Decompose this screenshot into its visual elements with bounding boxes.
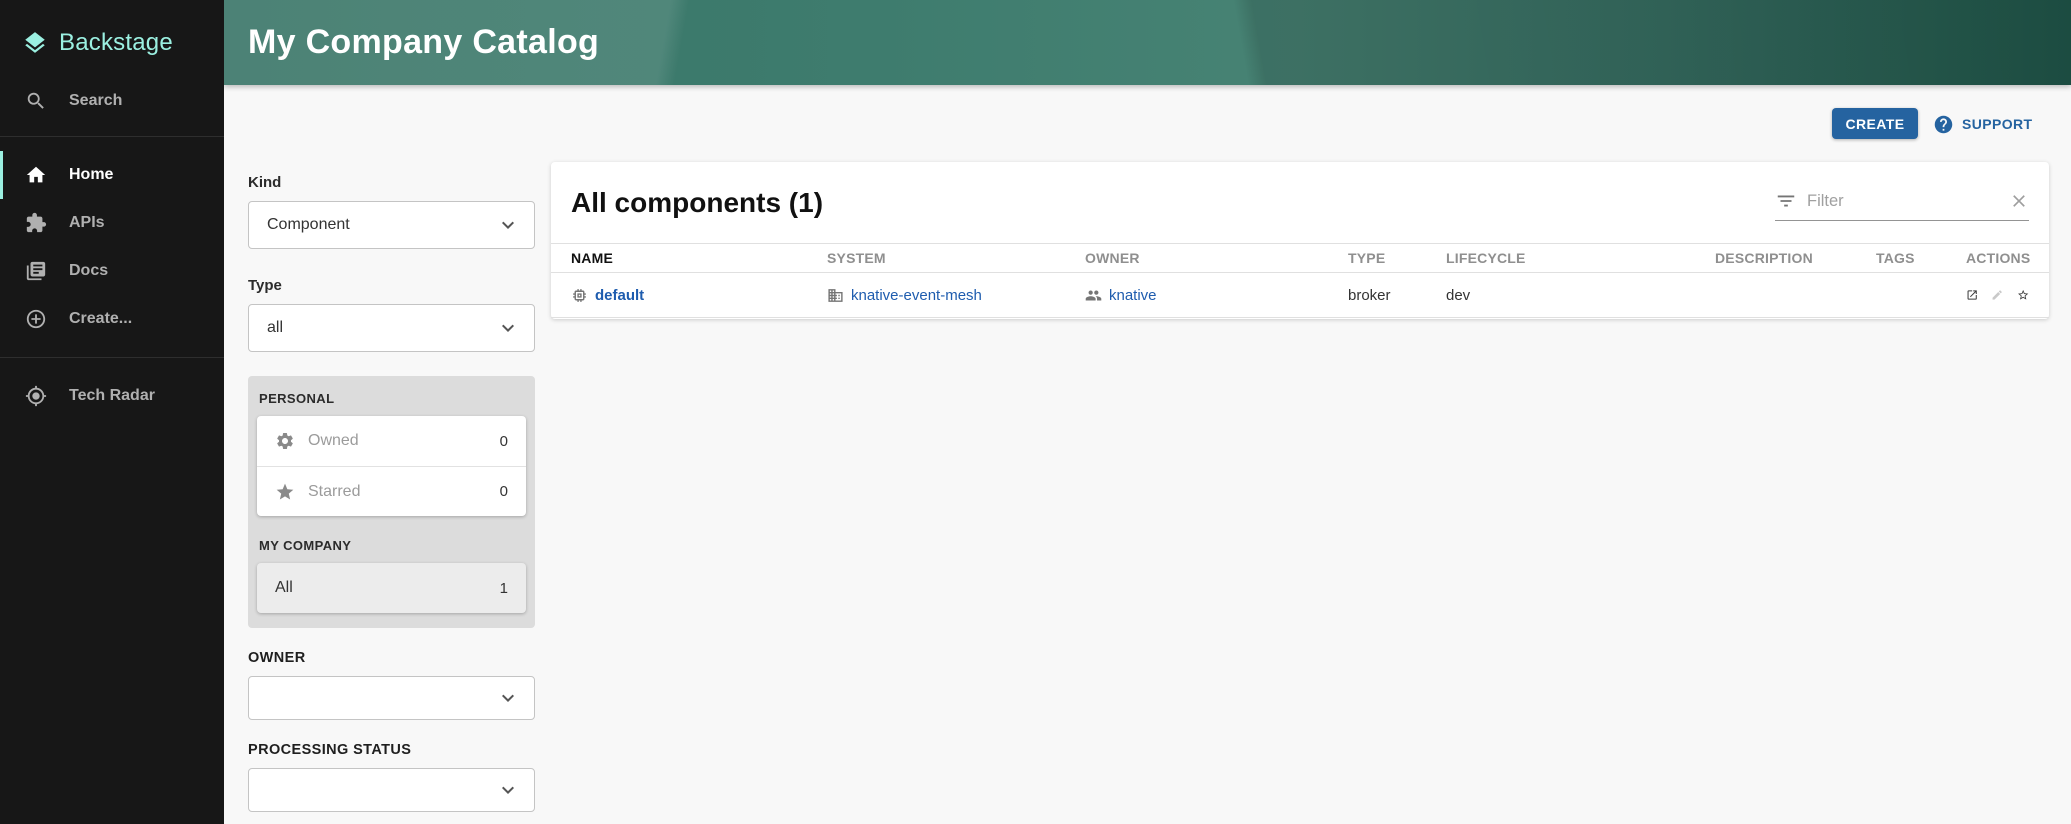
sidebar-divider <box>0 357 224 358</box>
sidebar-item-label: APIs <box>69 214 105 232</box>
page-title: My Company Catalog <box>248 23 599 62</box>
create-button[interactable]: CREATE <box>1832 108 1918 139</box>
kind-label: Kind <box>248 174 535 191</box>
owned-count: 0 <box>500 433 508 450</box>
table-row: default knative-event-mesh knative broke… <box>551 273 2049 318</box>
column-header-type[interactable]: TYPE <box>1348 250 1446 266</box>
docs-icon <box>25 260 47 282</box>
sidebar-item-label: Docs <box>69 262 108 280</box>
filter-list-icon <box>1775 190 1797 212</box>
help-icon <box>1933 114 1954 135</box>
personal-filter-panel: PERSONAL Owned 0 Starred 0 MY COMPANY Al… <box>248 376 535 628</box>
component-chip-icon <box>571 287 588 304</box>
entity-link-default[interactable]: default <box>595 287 644 304</box>
company-picker: All 1 <box>257 563 526 613</box>
page-header: My Company Catalog <box>224 0 2071 85</box>
column-header-owner[interactable]: OWNER <box>1085 250 1348 266</box>
cell-owner: knative <box>1085 287 1348 304</box>
processing-status-label: PROCESSING STATUS <box>248 742 535 758</box>
logo-text: Backstage <box>59 29 173 57</box>
table-title: All components (1) <box>571 187 823 219</box>
sidebar-item-search[interactable]: Search <box>0 80 224 122</box>
sidebar-item-label: Home <box>69 166 113 184</box>
type-select-value: all <box>267 319 283 337</box>
sidebar-item-label: Create... <box>69 310 132 328</box>
sidebar-item-docs[interactable]: Docs <box>0 247 224 295</box>
cell-type: broker <box>1348 287 1446 304</box>
owner-link[interactable]: knative <box>1109 287 1157 304</box>
owner-select[interactable] <box>248 676 535 720</box>
personal-heading: PERSONAL <box>257 386 526 416</box>
clear-filter-icon[interactable] <box>2009 191 2029 211</box>
system-link[interactable]: knative-event-mesh <box>851 287 982 304</box>
owner-label: OWNER <box>248 650 535 666</box>
column-header-name[interactable]: NAME <box>571 250 827 266</box>
owned-filter-item[interactable]: Owned 0 <box>257 416 526 466</box>
support-label: SUPPORT <box>1962 116 2032 132</box>
sidebar-item-create[interactable]: Create... <box>0 295 224 343</box>
backstage-logo[interactable]: Backstage <box>0 0 224 62</box>
table-filter-box <box>1775 185 2029 221</box>
layers-icon <box>22 30 48 56</box>
type-select[interactable]: all <box>248 304 535 352</box>
chevron-down-icon <box>496 686 520 710</box>
column-header-tags[interactable]: TAGS <box>1876 250 1966 266</box>
filter-column: Kind Component Type all PERSONAL Owned 0… <box>248 174 535 812</box>
search-icon <box>25 90 47 112</box>
edit-pencil-icon[interactable] <box>1991 284 2003 306</box>
table-filter-input[interactable] <box>1807 192 2009 211</box>
kind-select-value: Component <box>267 216 350 234</box>
column-header-system[interactable]: SYSTEM <box>827 250 1085 266</box>
star-icon <box>275 482 295 502</box>
home-icon <box>25 164 47 186</box>
personal-picker: Owned 0 Starred 0 <box>257 416 526 516</box>
system-domain-icon <box>827 287 844 304</box>
components-table-card: All components (1) NAME SYSTEM OWNER TYP… <box>551 162 2049 319</box>
starred-label: Starred <box>308 483 500 501</box>
settings-icon <box>275 431 295 451</box>
puzzle-icon <box>25 212 47 234</box>
cell-lifecycle: dev <box>1446 287 1715 304</box>
owned-label: Owned <box>308 432 500 450</box>
open-in-new-icon[interactable] <box>1966 284 1978 306</box>
owner-group-icon <box>1085 287 1102 304</box>
column-header-description[interactable]: DESCRIPTION <box>1715 250 1876 266</box>
cell-actions <box>1966 284 2029 306</box>
sidebar-item-apis[interactable]: APIs <box>0 199 224 247</box>
sidebar-item-label: Tech Radar <box>69 387 155 405</box>
starred-filter-item[interactable]: Starred 0 <box>257 466 526 516</box>
column-header-lifecycle[interactable]: LIFECYCLE <box>1446 250 1715 266</box>
my-company-heading: MY COMPANY <box>257 516 526 563</box>
chevron-down-icon <box>496 316 520 340</box>
starred-count: 0 <box>500 483 508 500</box>
chevron-down-icon <box>496 778 520 802</box>
type-label: Type <box>248 277 535 294</box>
radar-icon <box>25 385 47 407</box>
all-label: All <box>275 579 500 597</box>
kind-select[interactable]: Component <box>248 201 535 249</box>
cell-system: knative-event-mesh <box>827 287 1085 304</box>
cell-name: default <box>571 287 827 304</box>
all-filter-item[interactable]: All 1 <box>257 563 526 613</box>
sidebar-item-label: Search <box>69 92 122 110</box>
sidebar-item-tech-radar[interactable]: Tech Radar <box>0 372 224 420</box>
table-header-row: NAME SYSTEM OWNER TYPE LIFECYCLE DESCRIP… <box>551 243 2049 273</box>
column-header-actions: ACTIONS <box>1966 250 2030 266</box>
sidebar-item-home[interactable]: Home <box>0 151 224 199</box>
chevron-down-icon <box>496 213 520 237</box>
support-button[interactable]: SUPPORT <box>1933 110 2032 138</box>
star-border-icon[interactable] <box>2017 284 2029 306</box>
add-circle-icon <box>25 308 47 330</box>
all-count: 1 <box>500 580 508 597</box>
sidebar-divider <box>0 136 224 137</box>
processing-status-select[interactable] <box>248 768 535 812</box>
sidebar: Backstage Search Home APIs Docs Create..… <box>0 0 224 824</box>
